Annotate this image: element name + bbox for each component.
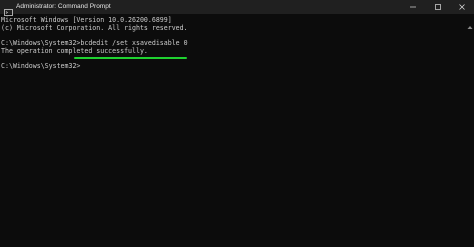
- window-title: Administrator: Command Prompt: [16, 3, 111, 10]
- minimize-button[interactable]: [401, 0, 425, 14]
- command-line: C:\Windows\System32>bcdedit /set xsavedi…: [1, 39, 188, 47]
- command-highlight-underline: [74, 57, 187, 59]
- vertical-scrollbar[interactable]: [466, 14, 474, 247]
- scroll-up-icon[interactable]: [467, 17, 473, 35]
- close-button[interactable]: [450, 0, 474, 14]
- console-output[interactable]: Microsoft Windows [Version 10.0.26200.68…: [0, 14, 466, 247]
- command-prompt-icon: [4, 3, 13, 16]
- command-prompt-window: Administrator: Command Prompt Microsoft …: [0, 0, 474, 247]
- title-bar[interactable]: Administrator: Command Prompt: [0, 0, 474, 16]
- maximize-button[interactable]: [426, 0, 450, 14]
- console-line: (c) Microsoft Corporation. All rights re…: [1, 24, 188, 32]
- command-prompt-line[interactable]: C:\Windows\System32>: [1, 62, 80, 70]
- console-line: Microsoft Windows [Version 10.0.26200.68…: [1, 16, 172, 24]
- scroll-down-icon[interactable]: [467, 239, 473, 247]
- console-line: The operation completed successfully.: [1, 47, 148, 55]
